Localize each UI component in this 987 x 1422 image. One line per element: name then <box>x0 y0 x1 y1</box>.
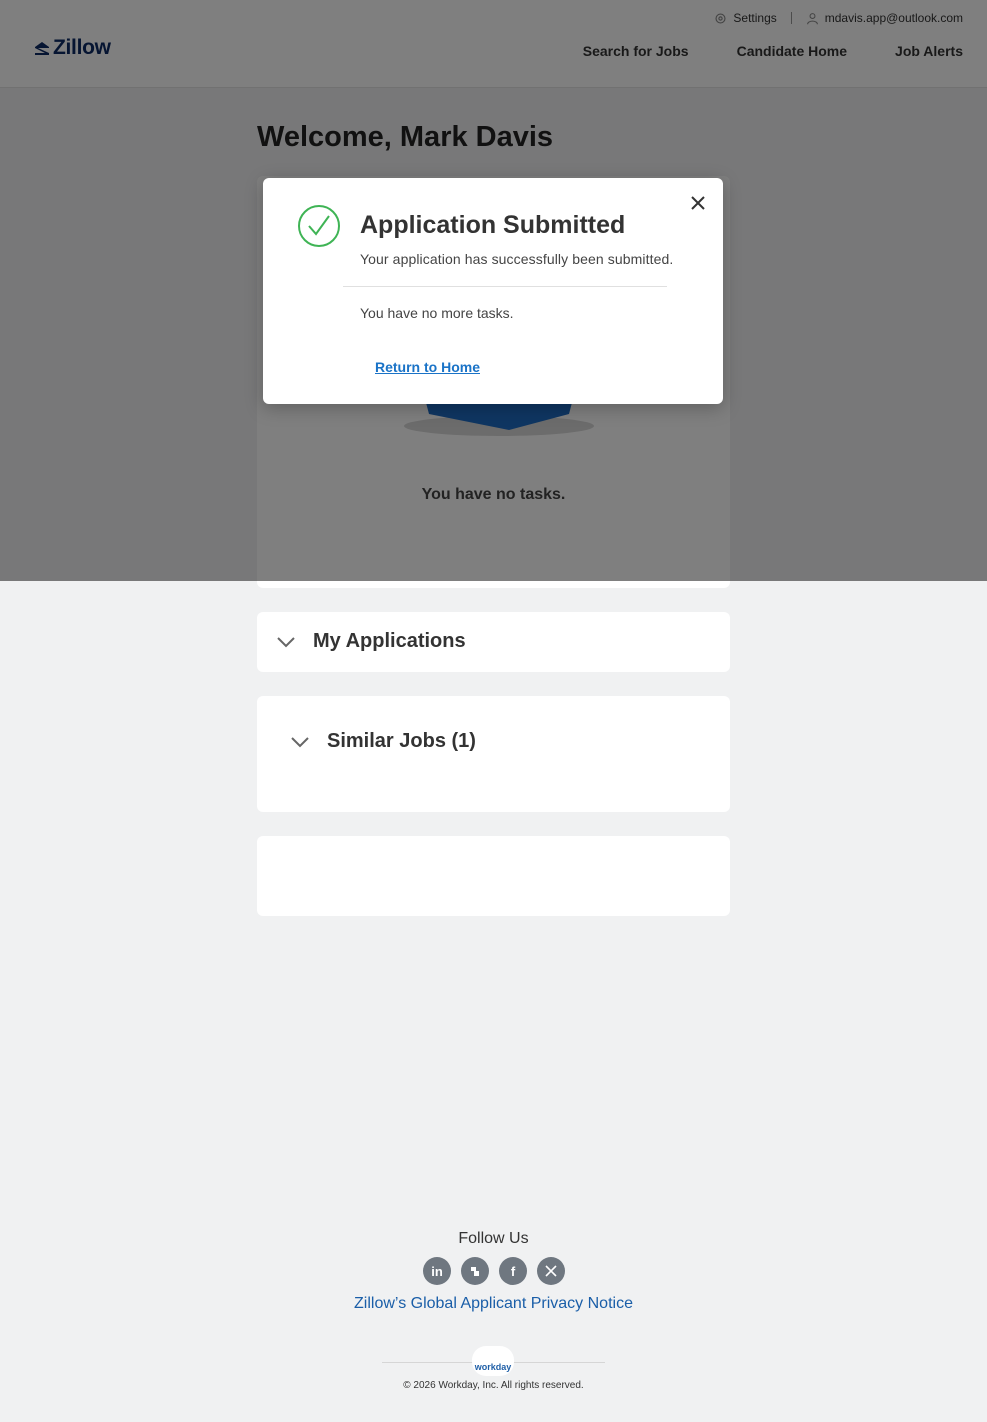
glassdoor-icon[interactable] <box>461 1257 489 1285</box>
similar-jobs-header[interactable]: Similar Jobs (1) <box>291 730 476 753</box>
my-applications-header[interactable]: My Applications <box>277 630 466 653</box>
chevron-down-icon <box>291 736 309 747</box>
copyright-text: © 2026 Workday, Inc. All rights reserved… <box>403 1380 584 1391</box>
similar-jobs-title: Similar Jobs (1) <box>327 730 476 752</box>
similar-jobs-panel[interactable]: Similar Jobs (1) <box>257 696 730 812</box>
privacy-notice-link[interactable]: Zillow’s Global Applicant Privacy Notice <box>0 1295 987 1313</box>
dialog-subtitle: Your application has successfully been s… <box>360 251 674 267</box>
dialog-divider <box>343 286 667 287</box>
social-links: in f <box>423 1257 565 1285</box>
my-applications-panel[interactable]: My Applications <box>257 612 730 672</box>
facebook-icon[interactable]: f <box>499 1257 527 1285</box>
dialog-title: Application Submitted <box>360 211 626 239</box>
application-submitted-dialog: Application Submitted Your application h… <box>263 178 723 404</box>
workday-logo: workday <box>472 1346 514 1376</box>
follow-us-label: Follow Us <box>458 1230 529 1247</box>
chevron-down-icon <box>277 636 295 647</box>
return-home-link[interactable]: Return to Home <box>375 359 480 375</box>
x-icon[interactable] <box>537 1257 565 1285</box>
close-icon <box>691 196 705 210</box>
close-button[interactable] <box>687 192 709 214</box>
workday-logo-text: workday <box>474 1362 512 1372</box>
check-circle-icon <box>298 205 340 247</box>
empty-panel <box>257 836 730 916</box>
my-applications-title: My Applications <box>313 630 466 652</box>
linkedin-icon[interactable]: in <box>423 1257 451 1285</box>
dialog-tasks-text: You have no more tasks. <box>360 305 514 321</box>
